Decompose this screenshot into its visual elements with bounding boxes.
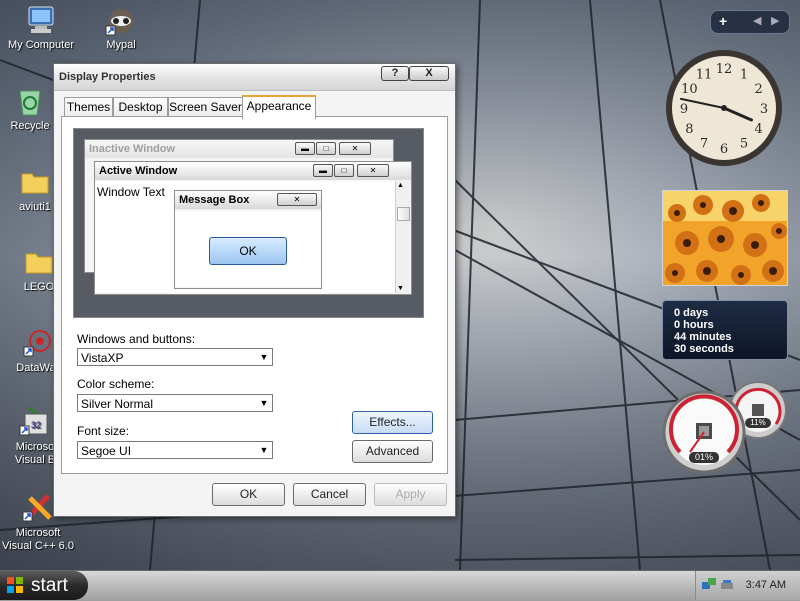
analog-clock: 12 12 3 45678 9 1011	[666, 50, 782, 166]
effects-button[interactable]: Effects...	[352, 411, 433, 434]
clock-numeral: 9	[680, 102, 688, 117]
slideshow-gadget[interactable]	[662, 190, 788, 286]
scroll-up-icon: ▲	[397, 182, 404, 189]
dialog-titlebar[interactable]: Display Properties ? X	[54, 64, 455, 91]
maximize-icon: □	[316, 142, 336, 155]
close-icon: ✕	[277, 193, 317, 206]
chevron-down-icon: ▼	[259, 352, 269, 362]
color-scheme-select[interactable]: Silver Normal ▼	[77, 394, 273, 412]
chevron-down-icon: ▼	[259, 445, 269, 455]
windows-logo-icon	[7, 577, 23, 593]
chevron-down-icon: ▼	[259, 398, 269, 408]
tab-desktop[interactable]: Desktop	[113, 97, 168, 117]
clock-numeral: 8	[685, 122, 693, 137]
tab-appearance[interactable]: Appearance	[242, 95, 316, 119]
minimize-icon: ▬	[313, 164, 333, 177]
countdown-seconds: 30 seconds	[674, 343, 734, 355]
safely-remove-icon[interactable]	[720, 578, 734, 592]
desktop-icon-label: Microsoft	[15, 527, 61, 539]
folder-icon	[23, 246, 55, 278]
appearance-preview: Inactive Window ▬ □ ✕ Active Window ▬ □ …	[73, 128, 424, 318]
folder-icon	[19, 166, 51, 198]
windows-buttons-label: Windows and buttons:	[77, 332, 196, 346]
countdown-days: 0 days	[674, 307, 709, 319]
countdown-minutes: 44 minutes	[674, 331, 732, 343]
color-scheme-label: Color scheme:	[77, 377, 155, 391]
font-size-value: Segoe UI	[81, 444, 132, 458]
clock-numeral: 3	[760, 102, 768, 117]
desktop-icon-mypal[interactable]: Mypal	[83, 4, 159, 52]
preview-message-box: Message Box ✕ OK	[174, 190, 322, 289]
desktop-icon-my-computer[interactable]: My Computer	[3, 4, 79, 52]
help-button[interactable]: ?	[381, 66, 409, 81]
color-scheme-value: Silver Normal	[81, 397, 154, 411]
scroll-thumb	[397, 207, 410, 221]
font-size-label: Font size:	[77, 424, 130, 438]
computer-icon	[25, 4, 57, 36]
svg-text:32: 32	[31, 420, 41, 430]
clock-numeral: 6	[720, 142, 728, 157]
desktop-icon-label-line2: Visual C++ 6.0	[2, 540, 74, 552]
font-size-select[interactable]: Segoe UI ▼	[77, 441, 273, 459]
countdown-gadget[interactable]: 0 days 0 hours 44 minutes 30 seconds	[662, 300, 788, 360]
notification-area: 3:47 AM	[695, 571, 800, 600]
desktop-icon-label: My Computer	[7, 39, 75, 51]
recycle-bin-icon	[14, 85, 46, 117]
clock-numeral: 7	[700, 137, 708, 152]
preview-ok-button: OK	[209, 237, 287, 265]
clock-numeral: 12	[716, 62, 733, 77]
minimize-icon: ▬	[295, 142, 315, 155]
tab-themes[interactable]: Themes	[64, 97, 113, 117]
visual-basic-icon: 32	[19, 406, 51, 438]
flower-photo	[663, 191, 787, 285]
close-icon: ✕	[357, 164, 389, 177]
tab-screen-saver[interactable]: Screen Saver	[168, 97, 243, 117]
sidebar-control-bar: + ◀ ▶	[710, 10, 790, 34]
clock-numeral: 5	[740, 137, 748, 152]
clock-numeral: 11	[696, 67, 713, 82]
windows-buttons-select[interactable]: VistaXP ▼	[77, 348, 273, 366]
scroll-down-icon: ▼	[397, 285, 404, 292]
next-page-icon[interactable]: ▶	[771, 14, 779, 27]
clock-numeral: 1	[740, 67, 748, 82]
desktop-icon-label: Mypal	[106, 39, 136, 51]
datawag-icon	[23, 327, 55, 359]
advanced-button[interactable]: Advanced	[352, 440, 433, 463]
close-icon: ✕	[339, 142, 371, 155]
taskbar-clock[interactable]: 3:47 AM	[746, 579, 786, 591]
preview-scrollbar: ▲ ▼	[395, 181, 410, 293]
cpu-meter-gadget[interactable]: 01% 11%	[662, 378, 788, 474]
clock-numeral: 4	[755, 122, 763, 137]
clock-numeral: 2	[755, 82, 763, 97]
windows-buttons-value: VistaXP	[81, 351, 124, 365]
network-icon[interactable]	[702, 578, 716, 592]
countdown-hours: 0 hours	[674, 319, 714, 331]
start-button[interactable]: start	[0, 571, 88, 600]
cancel-button[interactable]: Cancel	[293, 483, 366, 506]
cpu-percent: 01%	[689, 452, 719, 463]
display-properties-dialog: Display Properties ? X Themes Desktop Sc…	[53, 63, 456, 517]
taskbar: start 3:47 AM	[0, 570, 800, 601]
memory-percent: 11%	[745, 418, 771, 428]
ok-button[interactable]: OK	[212, 483, 285, 506]
previous-page-icon[interactable]: ◀	[753, 14, 761, 27]
preview-window-text: Window Text	[97, 185, 165, 199]
clock-gadget[interactable]: 12 1 2 3 4 5 6 7 8 9 10 11	[664, 48, 784, 168]
mypal-raccoon-icon	[105, 4, 137, 36]
visual-cpp-icon	[22, 492, 54, 524]
close-button[interactable]: X	[409, 66, 449, 81]
dialog-title: Display Properties	[59, 71, 156, 83]
start-label: start	[31, 575, 68, 596]
maximize-icon: □	[334, 164, 354, 177]
add-gadget-icon[interactable]: +	[719, 13, 727, 29]
clock-numeral: 10	[681, 82, 698, 97]
apply-button[interactable]: Apply	[374, 483, 447, 506]
